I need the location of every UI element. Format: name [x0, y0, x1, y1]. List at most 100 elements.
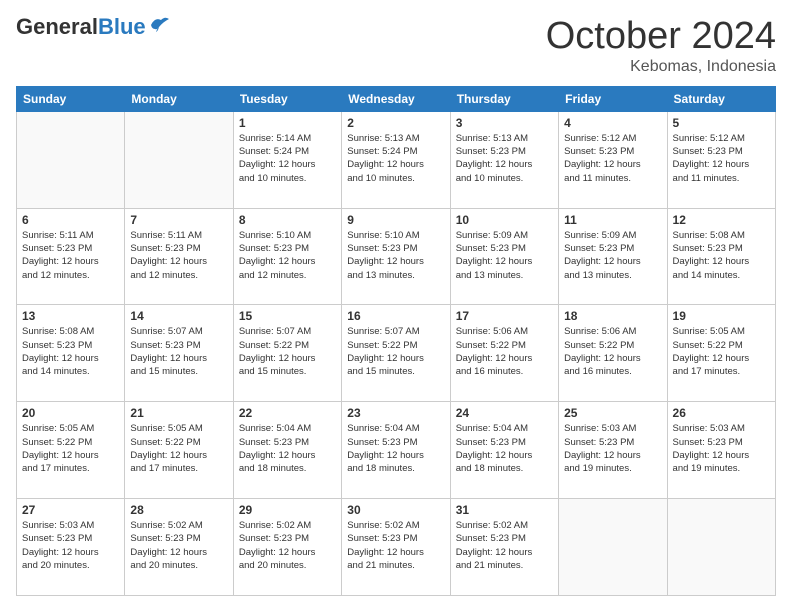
calendar-cell: 19 Sunrise: 5:05 AMSunset: 5:22 PMDayligh… — [667, 305, 775, 402]
day-number: 6 — [22, 213, 119, 227]
calendar-cell: 17Sunrise: 5:06 AMSunset: 5:22 PMDayligh… — [450, 305, 558, 402]
day-number: 8 — [239, 213, 336, 227]
cell-text: Sunrise: 5:07 AMSunset: 5:22 PMDaylight:… — [239, 325, 336, 378]
cell-text: Sunrise: 5:09 AMSunset: 5:23 PMDaylight:… — [564, 229, 661, 282]
calendar-week-row: 27Sunrise: 5:03 AMSunset: 5:23 PMDayligh… — [17, 499, 776, 596]
cell-text: Sunrise: 5:10 AMSunset: 5:23 PMDaylight:… — [239, 229, 336, 282]
cell-text: Sunrise: 5:12 AMSunset: 5:23 PMDaylight:… — [673, 132, 770, 185]
cell-text: Sunrise: 5:12 AMSunset: 5:23 PMDaylight:… — [564, 132, 661, 185]
calendar: SundayMondayTuesdayWednesdayThursdayFrid… — [16, 86, 776, 596]
cell-text: Sunrise: 5:05 AMSunset: 5:22 PMDaylight:… — [673, 325, 770, 378]
logo: GeneralBlue — [16, 16, 171, 38]
calendar-week-row: 13 Sunrise: 5:08 AMSunset: 5:23 PMDayligh… — [17, 305, 776, 402]
calendar-cell: 9 Sunrise: 5:10 AMSunset: 5:23 PMDaylight… — [342, 208, 450, 305]
cell-text: Sunrise: 5:08 AMSunset: 5:23 PMDaylight:… — [22, 325, 119, 378]
cell-text: Sunrise: 5:11 AMSunset: 5:23 PMDaylight:… — [22, 229, 119, 282]
weekday-header: Saturday — [667, 86, 775, 111]
calendar-cell: 24 Sunrise: 5:04 AMSunset: 5:23 PMDayligh… — [450, 402, 558, 499]
calendar-week-row: 6 Sunrise: 5:11 AMSunset: 5:23 PMDaylight… — [17, 208, 776, 305]
calendar-cell: 26 Sunrise: 5:03 AMSunset: 5:23 PMDayligh… — [667, 402, 775, 499]
calendar-cell: 23 Sunrise: 5:04 AMSunset: 5:23 PMDayligh… — [342, 402, 450, 499]
calendar-cell: 10 Sunrise: 5:09 AMSunset: 5:23 PMDayligh… — [450, 208, 558, 305]
calendar-cell: 3Sunrise: 5:13 AMSunset: 5:23 PMDaylight… — [450, 111, 558, 208]
cell-text: Sunrise: 5:02 AMSunset: 5:23 PMDaylight:… — [347, 519, 444, 572]
calendar-cell: 5 Sunrise: 5:12 AMSunset: 5:23 PMDaylight… — [667, 111, 775, 208]
location: Kebomas, Indonesia — [546, 58, 776, 76]
day-number: 10 — [456, 213, 553, 227]
cell-text: Sunrise: 5:02 AMSunset: 5:23 PMDaylight:… — [130, 519, 227, 572]
day-number: 4 — [564, 116, 661, 130]
day-number: 12 — [673, 213, 770, 227]
calendar-cell — [667, 499, 775, 596]
cell-text: Sunrise: 5:05 AMSunset: 5:22 PMDaylight:… — [22, 422, 119, 475]
calendar-cell: 18Sunrise: 5:06 AMSunset: 5:22 PMDayligh… — [559, 305, 667, 402]
calendar-cell: 22 Sunrise: 5:04 AMSunset: 5:23 PMDayligh… — [233, 402, 341, 499]
calendar-cell: 28Sunrise: 5:02 AMSunset: 5:23 PMDayligh… — [125, 499, 233, 596]
calendar-cell: 14 Sunrise: 5:07 AMSunset: 5:23 PMDayligh… — [125, 305, 233, 402]
day-number: 22 — [239, 406, 336, 420]
calendar-cell: 13 Sunrise: 5:08 AMSunset: 5:23 PMDayligh… — [17, 305, 125, 402]
day-number: 25 — [564, 406, 661, 420]
day-number: 29 — [239, 503, 336, 517]
day-number: 14 — [130, 309, 227, 323]
day-number: 5 — [673, 116, 770, 130]
calendar-week-row: 1Sunrise: 5:14 AMSunset: 5:24 PMDaylight… — [17, 111, 776, 208]
title-block: October 2024 Kebomas, Indonesia — [546, 16, 776, 76]
day-number: 31 — [456, 503, 553, 517]
cell-text: Sunrise: 5:11 AMSunset: 5:23 PMDaylight:… — [130, 229, 227, 282]
weekday-header: Wednesday — [342, 86, 450, 111]
day-number: 26 — [673, 406, 770, 420]
day-number: 3 — [456, 116, 553, 130]
cell-text: Sunrise: 5:07 AMSunset: 5:22 PMDaylight:… — [347, 325, 444, 378]
logo-blue: Blue — [98, 14, 146, 39]
weekday-header: Sunday — [17, 86, 125, 111]
calendar-cell: 8 Sunrise: 5:10 AMSunset: 5:23 PMDaylight… — [233, 208, 341, 305]
cell-text: Sunrise: 5:13 AMSunset: 5:24 PMDaylight:… — [347, 132, 444, 185]
calendar-cell: 2 Sunrise: 5:13 AMSunset: 5:24 PMDaylight… — [342, 111, 450, 208]
cell-text: Sunrise: 5:04 AMSunset: 5:23 PMDaylight:… — [347, 422, 444, 475]
calendar-cell — [125, 111, 233, 208]
day-number: 13 — [22, 309, 119, 323]
calendar-cell: 4 Sunrise: 5:12 AMSunset: 5:23 PMDaylight… — [559, 111, 667, 208]
day-number: 9 — [347, 213, 444, 227]
logo-text: GeneralBlue — [16, 16, 146, 38]
cell-text: Sunrise: 5:05 AMSunset: 5:22 PMDaylight:… — [130, 422, 227, 475]
calendar-cell: 31 Sunrise: 5:02 AMSunset: 5:23 PMDayligh… — [450, 499, 558, 596]
calendar-cell: 27Sunrise: 5:03 AMSunset: 5:23 PMDayligh… — [17, 499, 125, 596]
weekday-header: Thursday — [450, 86, 558, 111]
calendar-cell: 15Sunrise: 5:07 AMSunset: 5:22 PMDayligh… — [233, 305, 341, 402]
cell-text: Sunrise: 5:03 AMSunset: 5:23 PMDaylight:… — [673, 422, 770, 475]
calendar-cell: 7 Sunrise: 5:11 AMSunset: 5:23 PMDaylight… — [125, 208, 233, 305]
calendar-cell: 20Sunrise: 5:05 AMSunset: 5:22 PMDayligh… — [17, 402, 125, 499]
cell-text: Sunrise: 5:09 AMSunset: 5:23 PMDaylight:… — [456, 229, 553, 282]
day-number: 11 — [564, 213, 661, 227]
day-number: 30 — [347, 503, 444, 517]
cell-text: Sunrise: 5:06 AMSunset: 5:22 PMDaylight:… — [564, 325, 661, 378]
calendar-cell: 30 Sunrise: 5:02 AMSunset: 5:23 PMDayligh… — [342, 499, 450, 596]
calendar-cell — [559, 499, 667, 596]
day-number: 23 — [347, 406, 444, 420]
cell-text: Sunrise: 5:04 AMSunset: 5:23 PMDaylight:… — [456, 422, 553, 475]
calendar-header-row: SundayMondayTuesdayWednesdayThursdayFrid… — [17, 86, 776, 111]
day-number: 17 — [456, 309, 553, 323]
day-number: 7 — [130, 213, 227, 227]
logo-general: General — [16, 14, 98, 39]
calendar-cell: 25Sunrise: 5:03 AMSunset: 5:23 PMDayligh… — [559, 402, 667, 499]
cell-text: Sunrise: 5:02 AMSunset: 5:23 PMDaylight:… — [456, 519, 553, 572]
day-number: 24 — [456, 406, 553, 420]
page: GeneralBlue October 2024 Kebomas, Indone… — [0, 0, 792, 612]
calendar-cell: 11 Sunrise: 5:09 AMSunset: 5:23 PMDayligh… — [559, 208, 667, 305]
cell-text: Sunrise: 5:03 AMSunset: 5:23 PMDaylight:… — [22, 519, 119, 572]
cell-text: Sunrise: 5:04 AMSunset: 5:23 PMDaylight:… — [239, 422, 336, 475]
calendar-cell: 21 Sunrise: 5:05 AMSunset: 5:22 PMDayligh… — [125, 402, 233, 499]
day-number: 19 — [673, 309, 770, 323]
day-number: 2 — [347, 116, 444, 130]
day-number: 21 — [130, 406, 227, 420]
weekday-header: Monday — [125, 86, 233, 111]
cell-text: Sunrise: 5:07 AMSunset: 5:23 PMDaylight:… — [130, 325, 227, 378]
day-number: 16 — [347, 309, 444, 323]
cell-text: Sunrise: 5:10 AMSunset: 5:23 PMDaylight:… — [347, 229, 444, 282]
cell-text: Sunrise: 5:14 AMSunset: 5:24 PMDaylight:… — [239, 132, 336, 185]
calendar-cell: 6 Sunrise: 5:11 AMSunset: 5:23 PMDaylight… — [17, 208, 125, 305]
calendar-week-row: 20Sunrise: 5:05 AMSunset: 5:22 PMDayligh… — [17, 402, 776, 499]
